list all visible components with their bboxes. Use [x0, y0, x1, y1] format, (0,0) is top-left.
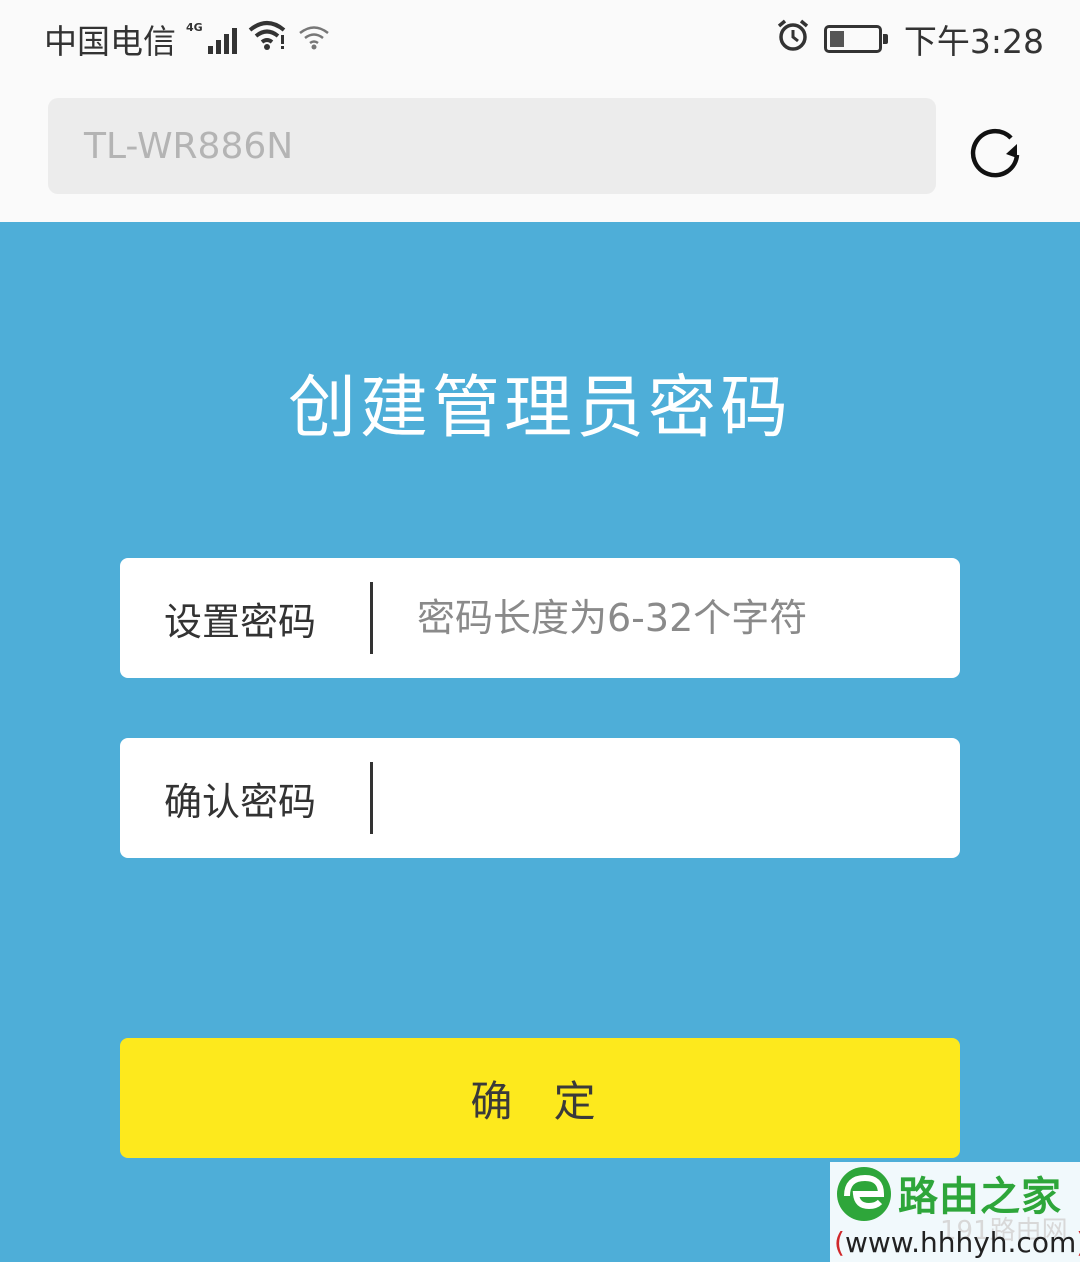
main-content: 创建管理员密码 设置密码 确认密码 确 定 — [0, 222, 1080, 1262]
status-right: 下午3:28 — [776, 15, 1044, 63]
status-bar: 中国电信 4G 下午3:28 — [0, 0, 1080, 78]
address-bar-text: TL-WR886N — [84, 125, 294, 167]
page-title: 创建管理员密码 — [287, 369, 792, 448]
confirm-button[interactable]: 确 定 — [120, 1038, 960, 1158]
watermark-url: (www.hhhyh.com) — [834, 1226, 1080, 1259]
address-bar[interactable]: TL-WR886N — [48, 98, 936, 194]
set-password-input[interactable] — [373, 558, 960, 678]
confirm-password-label: 确认密码 — [164, 779, 317, 824]
signal-icon: 4G — [186, 21, 237, 54]
clock-time: 下午3:28 — [903, 22, 1044, 61]
status-left: 中国电信 4G — [44, 15, 331, 63]
battery-icon — [823, 25, 888, 53]
confirm-password-field: 确认密码 — [120, 738, 960, 858]
alarm-icon — [776, 18, 810, 60]
set-password-field: 设置密码 — [120, 558, 960, 678]
wifi-secondary-icon — [297, 20, 331, 59]
set-password-label: 设置密码 — [164, 599, 317, 644]
network-type: 4G — [186, 21, 203, 34]
watermark: 路由之家 191路由网 (www.hhhyh.com) — [830, 1162, 1080, 1262]
refresh-icon[interactable] — [966, 122, 1024, 180]
wifi-icon — [247, 19, 287, 59]
watermark-logo-icon — [834, 1164, 894, 1224]
carrier-name: 中国电信 — [44, 22, 176, 61]
confirm-password-input[interactable] — [373, 738, 960, 858]
browser-top-bar: TL-WR886N — [0, 78, 1080, 222]
